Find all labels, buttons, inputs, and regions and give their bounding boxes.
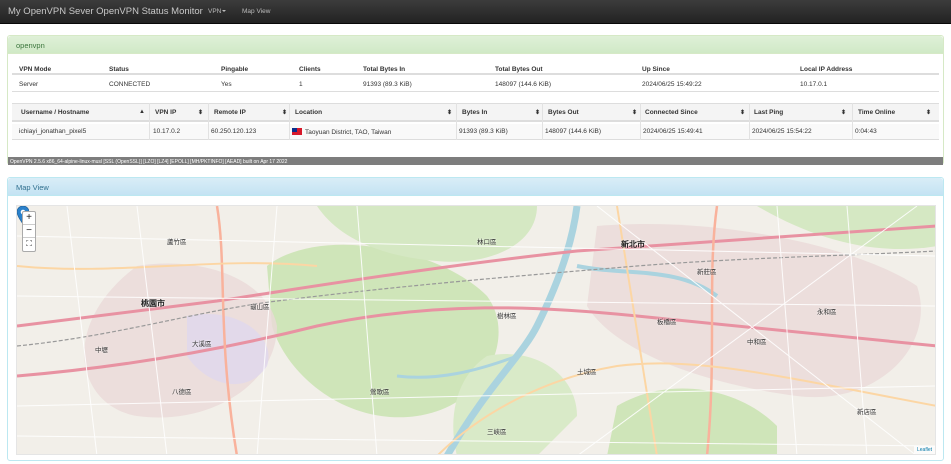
column-divider [749,103,750,140]
summary-header: Up Since [642,66,670,73]
caret-down-icon [222,10,227,12]
column-header-remote-ip[interactable]: Remote IP [214,109,246,116]
taiwan-flag-icon [292,128,302,135]
summary-header: Total Bytes In [363,66,406,73]
summary-value: 10.17.0.1 [800,81,828,88]
column-header-vpn-ip[interactable]: VPN IP [155,109,176,116]
client-bytes-out: 148097 (144.6 KiB) [545,128,602,135]
fullscreen-button[interactable]: ⛶ [23,238,35,251]
summary-value: CONNECTED [109,81,151,88]
column-divider [456,103,457,140]
sort-icon[interactable]: ⬍ [282,109,287,116]
client-bytes-in: 91393 (89.3 KiB) [459,128,508,135]
vpn-panel-title: openvpn [8,36,943,54]
summary-value: 91393 (89.3 KiB) [363,81,412,88]
summary-values-row: Server CONNECTED Yes 1 91393 (89.3 KiB) … [12,76,939,92]
client-location-text: Taoyuan District, TAO, Taiwan [305,129,392,136]
map-label: 板橋區 [657,319,677,326]
column-divider [640,103,641,140]
map-label: 新店區 [857,409,877,416]
sort-icon[interactable]: ⬍ [447,109,452,116]
sort-icon[interactable]: ⬍ [841,109,846,116]
map-label: 蘆竹區 [167,239,187,246]
map-label: 中壢 [95,347,108,354]
openvpn-version-bar: OpenVPN 2.5.6 x86_64-alpine-linux-musl [… [8,157,943,165]
summary-header: Local IP Address [800,66,853,73]
summary-value: 2024/06/25 15:49:22 [642,81,702,88]
map-label: 新莊區 [697,269,717,276]
sort-icon[interactable]: ⬍ [198,109,203,116]
column-header-bytes-out[interactable]: Bytes Out [548,109,579,116]
clients-header-row: Username / Hostname ▲ VPN IP ⬍ Remote IP… [12,103,939,122]
column-divider [208,103,209,140]
sort-icon[interactable]: ⬍ [632,109,637,116]
summary-header: Pingable [221,66,249,73]
map-panel: Map View 桃園市 新北市 龜山區 鶯歌區 樹林區 土城區 板橋區 中和區… [7,177,944,461]
zoom-in-button[interactable]: + [23,212,35,225]
map-label: 永和區 [817,309,837,316]
map-label: 鶯歌區 [370,389,390,396]
column-header-username[interactable]: Username / Hostname [21,109,89,116]
map-zoom-control: + − ⛶ [22,211,36,252]
client-remote-ip: 60.250.120.123 [211,128,257,135]
column-header-connected-since[interactable]: Connected Since [645,109,698,116]
map-label: 桃園市 [141,299,165,308]
top-navbar: My OpenVPN Sever OpenVPN Status Monitor … [0,0,951,24]
sort-asc-icon[interactable]: ▲ [139,109,145,115]
client-location: Taoyuan District, TAO, Taiwan [292,128,391,136]
summary-value: 1 [299,81,303,88]
map-label: 三峽區 [487,429,507,436]
column-divider [542,103,543,140]
map-view-link[interactable]: Map View [242,8,270,15]
map-panel-title: Map View [8,178,943,196]
column-header-time-online[interactable]: Time Online [858,109,895,116]
client-vpn-ip: 10.17.0.2 [153,128,181,135]
client-connected-since: 2024/06/25 15:49:41 [643,128,703,135]
map-label: 土城區 [577,369,597,376]
zoom-out-button[interactable]: − [23,225,35,238]
summary-header: Status [109,66,129,73]
column-header-location[interactable]: Location [295,109,322,116]
client-username: ichiayi_jonathan_pixel5 [19,128,87,135]
summary-header: VPN Mode [19,66,52,73]
map-label: 中和區 [747,339,767,346]
summary-header: Clients [299,66,321,73]
column-divider [289,103,290,140]
sort-icon[interactable]: ⬍ [740,109,745,116]
summary-value: Server [19,81,39,88]
map-attribution-link[interactable]: Leaflet [913,446,935,454]
map-label: 樹林區 [497,313,517,320]
summary-header-row: VPN Mode Status Pingable Clients Total B… [12,61,939,75]
map-label: 林口區 [477,239,497,246]
vpn-status-panel: openvpn VPN Mode Status Pingable Clients… [7,35,944,165]
column-header-bytes-in[interactable]: Bytes In [462,109,487,116]
column-divider [852,103,853,140]
vpn-menu-label: VPN [208,8,222,15]
map-label: 新北市 [621,240,645,249]
client-time-online: 0:04:43 [855,128,877,135]
map-label: 八德區 [172,389,192,396]
column-divider [149,103,150,140]
summary-value: 148097 (144.6 KiB) [495,81,552,88]
map-label: 大溪區 [192,341,212,348]
app-brand[interactable]: My OpenVPN Sever OpenVPN Status Monitor [8,6,203,17]
map-label: 龜山區 [250,304,270,311]
summary-value: Yes [221,81,232,88]
vpn-menu[interactable]: VPN [208,8,227,15]
sort-icon[interactable]: ⬍ [926,109,931,116]
table-row: ichiayi_jonathan_pixel5 10.17.0.2 60.250… [12,124,939,140]
map-canvas[interactable]: 桃園市 新北市 龜山區 鶯歌區 樹林區 土城區 板橋區 中和區 永和區 大溪區 … [16,205,936,455]
sort-icon[interactable]: ⬍ [535,109,540,116]
client-last-ping: 2024/06/25 15:54:22 [752,128,812,135]
column-header-last-ping[interactable]: Last Ping [754,109,783,116]
summary-header: Total Bytes Out [495,66,543,73]
